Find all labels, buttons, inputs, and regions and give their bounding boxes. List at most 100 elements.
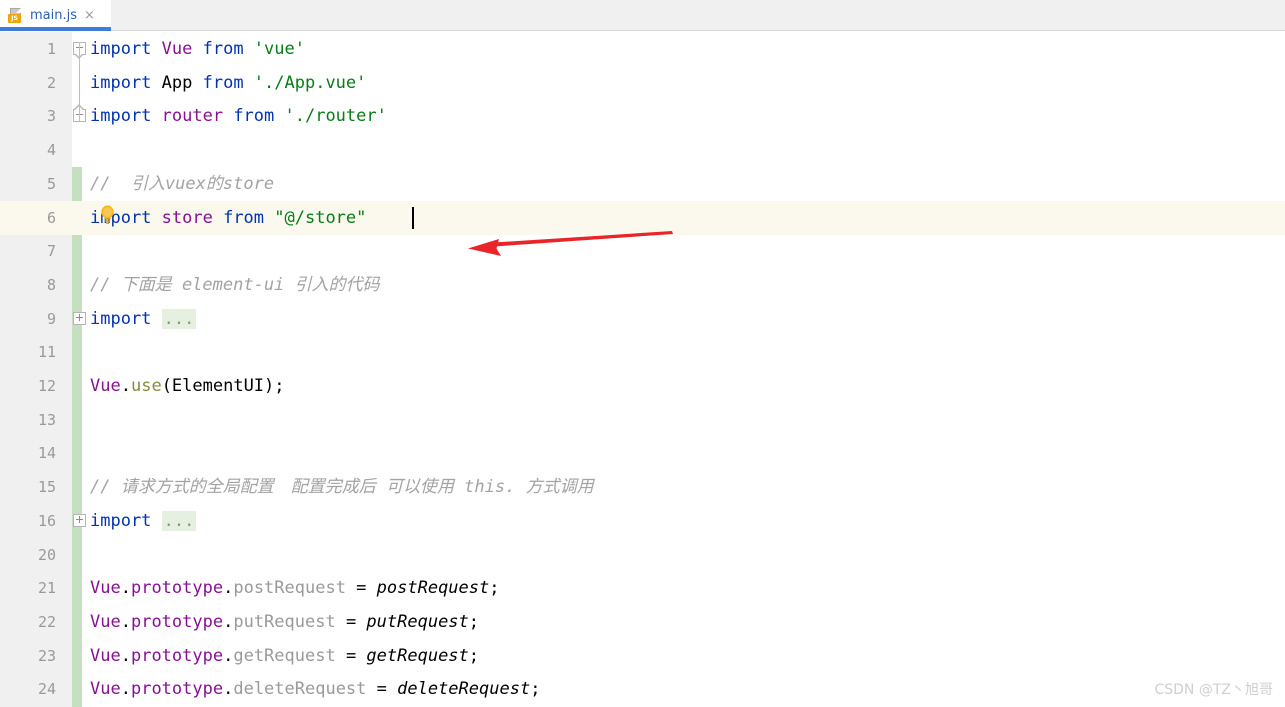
line-number: 23 [37, 646, 56, 665]
code-token: ... [161, 308, 197, 329]
line-number: 3 [46, 107, 56, 126]
code-line-text: Vue.use(ElementUI); [90, 369, 285, 403]
code-token: ; [489, 578, 500, 599]
code-token: ; [468, 645, 480, 666]
js-badge-label: JS [8, 13, 21, 23]
line-number: 4 [46, 141, 56, 160]
close-icon[interactable]: × [84, 9, 95, 22]
code-token: // 请求方式的全局配置 配置完成后 可以使用 this. 方式调用 [90, 477, 594, 498]
code-token: . [223, 611, 234, 632]
code-line-row[interactable]: 12 Vue.use(ElementUI); [0, 369, 1285, 403]
code-token: ; [468, 611, 480, 632]
code-line-row[interactable]: 13 [0, 403, 1285, 437]
line-number: 2 [46, 73, 56, 92]
code-line-row[interactable]: 23 Vue.prototype.getRequest = getRequest; [0, 639, 1285, 673]
line-number: 16 [37, 511, 56, 530]
line-number: 11 [37, 343, 56, 362]
code-token: store [161, 207, 213, 228]
code-token: . [120, 679, 131, 700]
red-arrow-annotation [465, 230, 675, 256]
code-line-row[interactable]: 1 import Vue from 'vue' [0, 32, 1285, 66]
code-line-row[interactable]: 21 Vue.prototype.postRequest = postReques… [0, 571, 1285, 605]
code-line-row[interactable]: 16 import ... [0, 504, 1285, 538]
code-editor[interactable]: 1 import Vue from 'vue' 2 import App from '… [0, 32, 1285, 707]
code-token: . [120, 645, 131, 666]
editor-tab-bar: JS main.js × [0, 0, 1285, 31]
tab-active-indicator [0, 27, 111, 31]
code-token: prototype [130, 645, 224, 666]
lightbulb-icon[interactable] [99, 204, 116, 225]
code-line-text: import Vue from 'vue' [90, 32, 305, 66]
code-line-text: import ... [90, 302, 197, 336]
code-line-row[interactable]: 4 [0, 133, 1285, 167]
line-number: 1 [46, 40, 56, 58]
code-line-text: Vue.prototype.getRequest = getRequest; [90, 639, 479, 673]
code-token: deleteRequest [397, 679, 531, 700]
code-token: Vue [90, 645, 121, 666]
code-token: './App.vue' [253, 72, 367, 93]
code-token: . [223, 578, 234, 599]
code-line-row[interactable]: 2 import App from './App.vue' [0, 66, 1285, 100]
code-token: import [90, 308, 162, 329]
code-token: import [90, 106, 162, 127]
js-file-icon: JS [8, 7, 24, 24]
line-number: 12 [37, 377, 56, 395]
code-token: Vue [90, 611, 121, 632]
code-line-row[interactable]: 5 // 引入vuex的store [0, 167, 1285, 201]
line-number: 21 [37, 579, 56, 598]
code-token: postRequest [233, 578, 346, 599]
code-token: Vue [90, 679, 121, 700]
code-token: . [120, 376, 131, 396]
code-token: putRequest [366, 611, 469, 632]
code-line-text: import ... [90, 504, 197, 538]
code-token: prototype [130, 679, 224, 700]
code-line-text: import store from "@/store" [90, 201, 366, 235]
code-token: . [120, 578, 131, 599]
line-number: 9 [46, 309, 56, 328]
code-token: from [212, 207, 275, 228]
code-token: from [192, 72, 254, 93]
code-line-row[interactable]: 22 Vue.prototype.putRequest = putRequest; [0, 605, 1285, 639]
code-token: import [90, 39, 162, 59]
code-token: from [223, 106, 285, 127]
code-line-text: Vue.prototype.putRequest = putRequest; [90, 605, 479, 639]
code-line-row[interactable]: 14 [0, 436, 1285, 470]
code-token: = [335, 645, 367, 666]
code-token: = [345, 578, 377, 599]
code-token: 'vue' [253, 39, 305, 59]
code-token: . [223, 645, 234, 666]
code-token: // 下面是 element-ui 引入的代码 [90, 274, 380, 295]
code-line-row[interactable]: 8 // 下面是 element-ui 引入的代码 [0, 268, 1285, 302]
code-token: Vue [161, 39, 193, 59]
code-token: ... [161, 510, 197, 531]
line-number: 15 [37, 478, 56, 497]
line-number: 5 [46, 174, 56, 193]
code-line-text: Vue.prototype.deleteRequest = deleteRequ… [90, 672, 540, 706]
code-token: Vue [90, 376, 121, 396]
code-line-text: Vue.prototype.postRequest = postRequest; [90, 571, 500, 605]
code-token: App [161, 72, 193, 93]
code-line-text: // 下面是 element-ui 引入的代码 [90, 268, 380, 302]
code-line-row[interactable]: 20 [0, 538, 1285, 572]
code-token: "@/store" [274, 207, 367, 228]
code-line-text: import router from './router' [90, 99, 387, 133]
code-token: prototype [130, 578, 224, 599]
code-token: router [161, 106, 224, 127]
code-token: getRequest [233, 645, 336, 666]
line-number: 6 [46, 208, 56, 227]
code-token: deleteRequest [233, 679, 367, 700]
line-number: 14 [37, 444, 56, 463]
code-line-text: import App from './App.vue' [90, 66, 366, 100]
code-line-row[interactable]: 3 import router from './router' [0, 99, 1285, 133]
line-number: 8 [46, 275, 56, 294]
code-token: import [90, 72, 162, 93]
code-line-row[interactable]: 24 Vue.prototype.deleteRequest = deleteRe… [0, 672, 1285, 706]
code-line-row[interactable]: 9 import ... [0, 302, 1285, 336]
code-line-text: // 引入vuex的store [90, 167, 274, 201]
code-token: import [90, 510, 162, 531]
code-token: Vue [90, 578, 121, 599]
code-line-row[interactable]: 15 // 请求方式的全局配置 配置完成后 可以使用 this. 方式调用 [0, 470, 1285, 504]
code-line-text: // 请求方式的全局配置 配置完成后 可以使用 this. 方式调用 [90, 470, 594, 504]
line-number: 7 [46, 242, 56, 261]
code-line-row[interactable]: 11 [0, 335, 1285, 369]
